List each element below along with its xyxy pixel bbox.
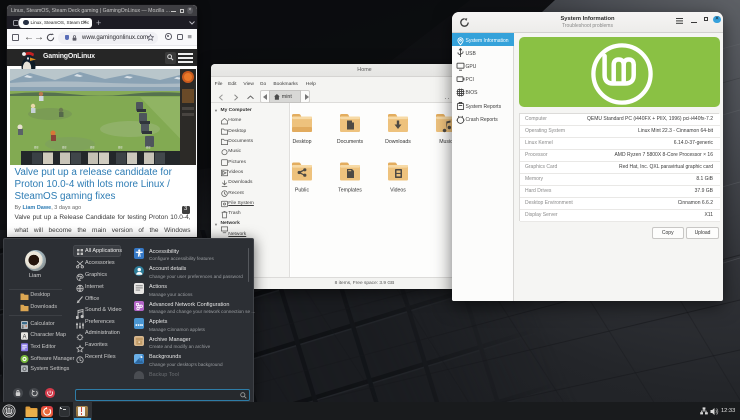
svg-text:Desktop: Desktop <box>292 139 311 145</box>
svg-text:Downloads: Downloads <box>385 139 411 145</box>
svg-text:88: 88 <box>90 144 95 149</box>
svg-text:Public: Public <box>295 188 310 194</box>
svg-text:Templates: Templates <box>338 188 362 194</box>
svg-text:88: 88 <box>62 144 67 149</box>
svg-text:Videos: Videos <box>390 188 406 194</box>
svg-text:A: A <box>22 334 26 340</box>
svg-text:88: 88 <box>34 144 39 149</box>
svg-text:88: 88 <box>146 144 151 149</box>
svg-text:Documents: Documents <box>337 139 364 145</box>
svg-text:88: 88 <box>118 144 123 149</box>
